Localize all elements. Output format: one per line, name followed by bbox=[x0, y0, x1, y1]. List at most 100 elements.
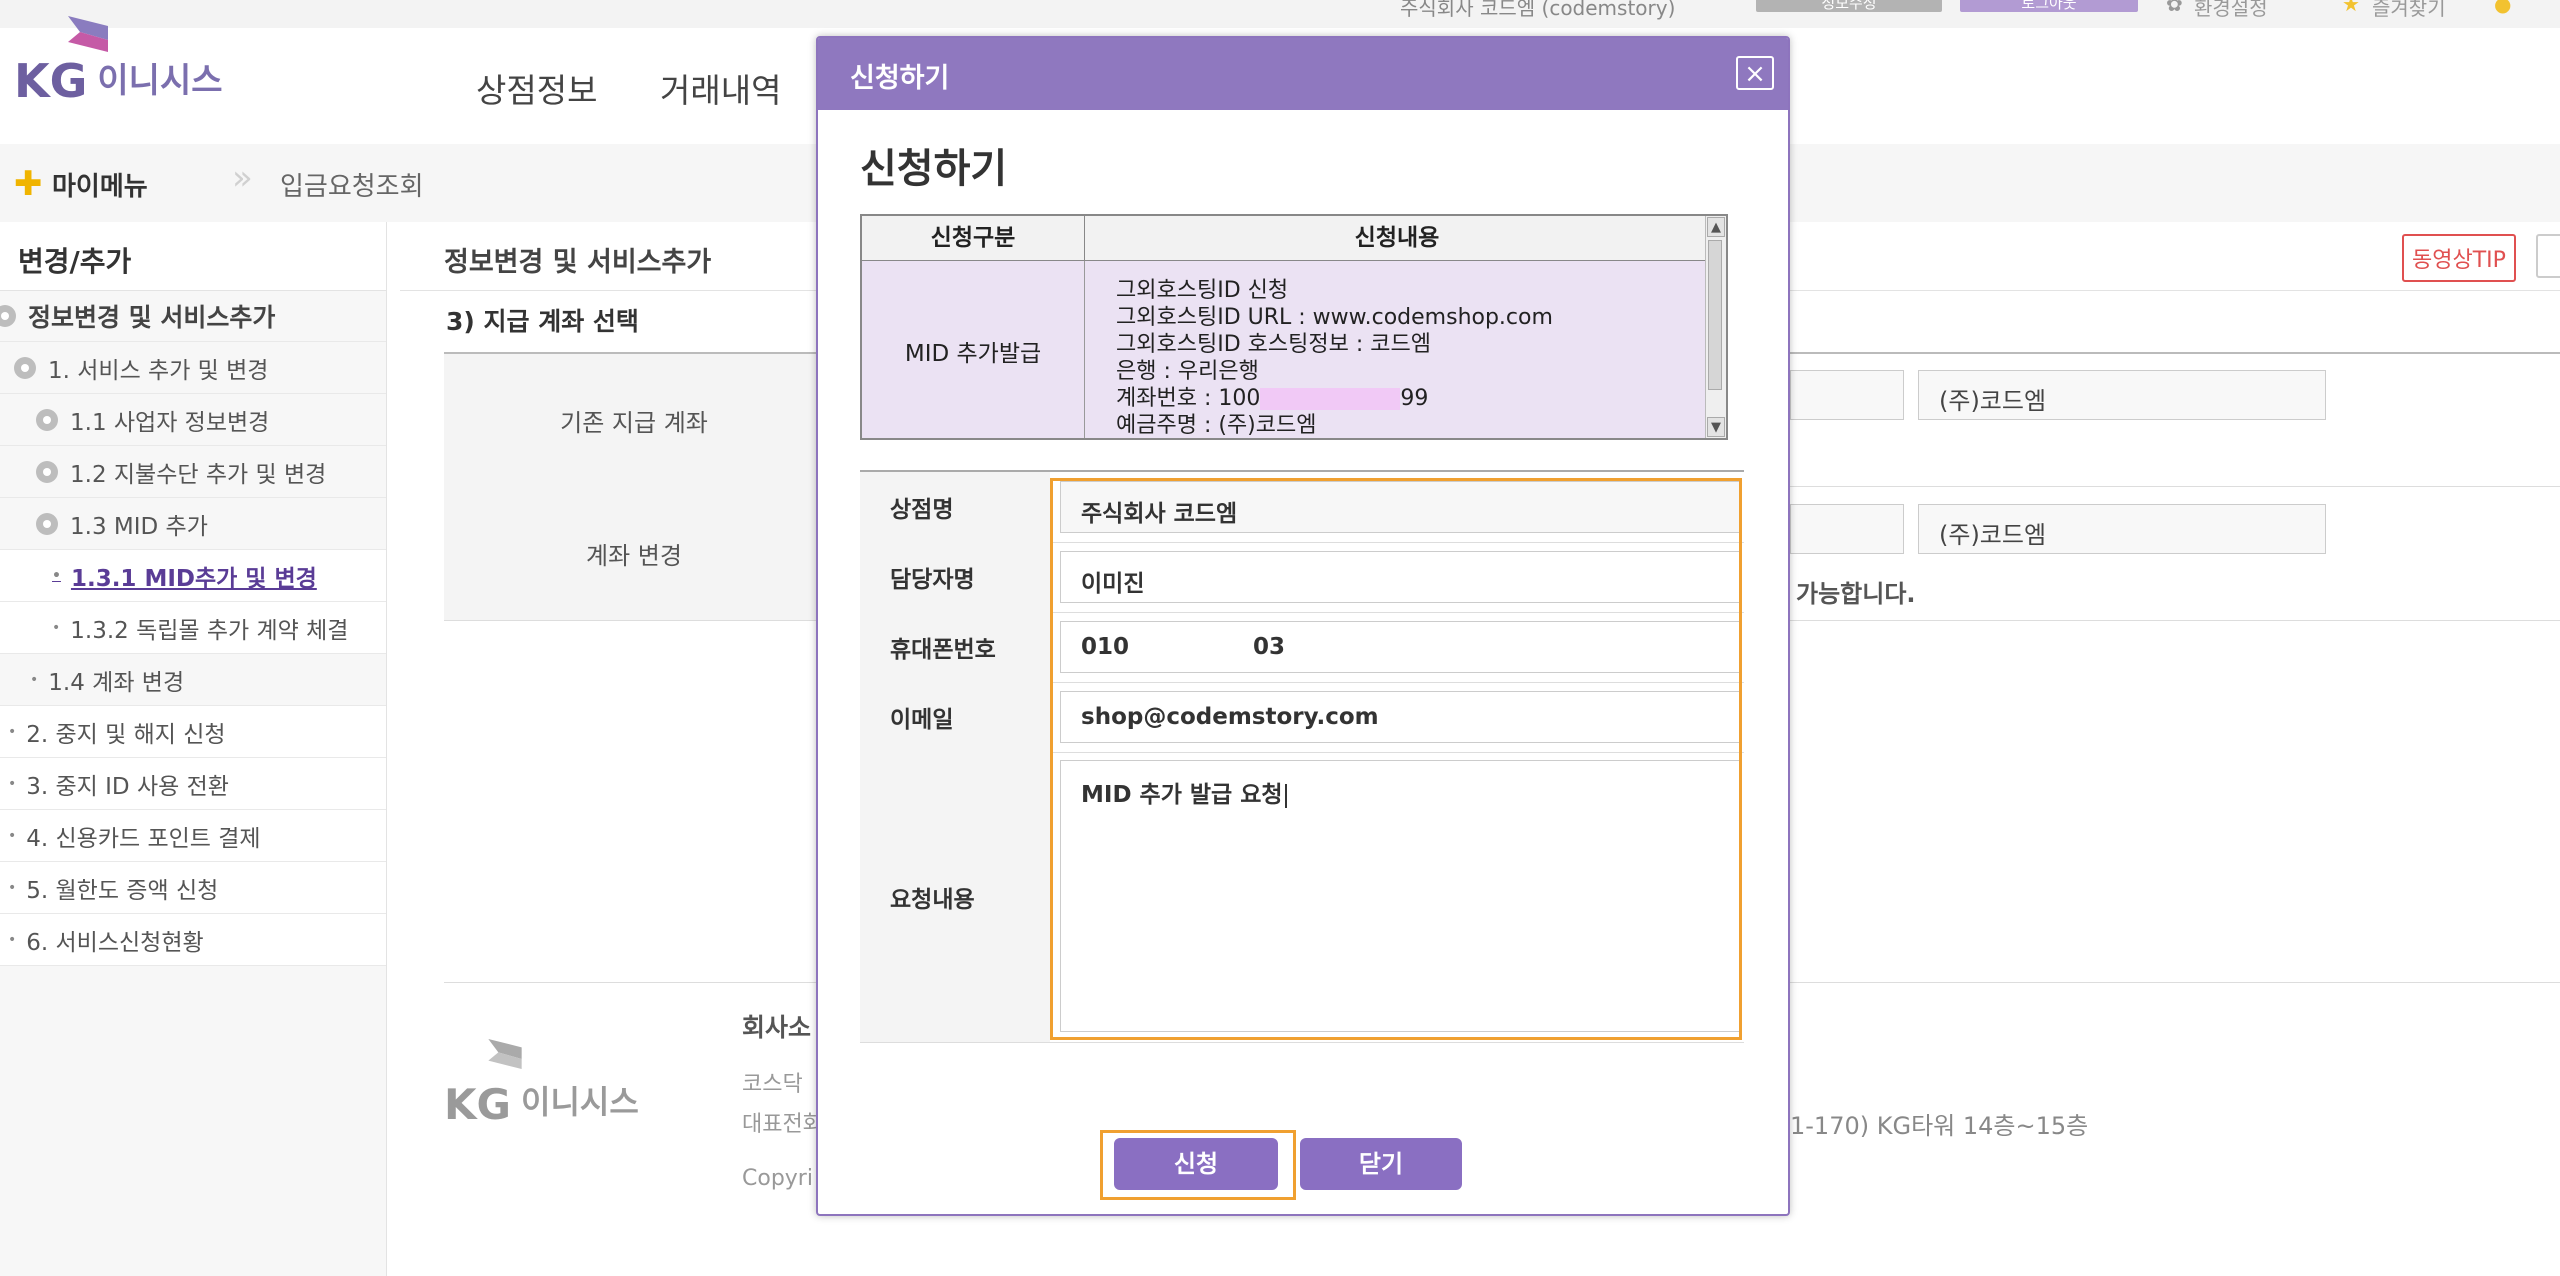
sidebar-title: 변경/추가 bbox=[0, 222, 386, 291]
modal-titlebar[interactable]: 신청하기 × bbox=[818, 38, 1788, 110]
apply-modal: 신청하기 × 신청하기 신청구분 신청내용 MID 추가발급 그외호스팅ID 신… bbox=[816, 36, 1790, 1216]
sidebar: 변경/추가 정보변경 및 서비스추가 1. 서비스 추가 및 변경 1.1 사업… bbox=[0, 222, 387, 1276]
logo-mark-icon bbox=[68, 16, 108, 52]
existing-account-label: 기존 지급 계좌 bbox=[444, 354, 824, 486]
sidebar-item-suspended-id[interactable]: • 3. 중지 ID 사용 전환 bbox=[0, 758, 386, 810]
user-name: 주식회사 코드엠 (codemstory) bbox=[1400, 0, 1676, 20]
scroll-thumb[interactable] bbox=[1708, 240, 1722, 390]
modal-bar-title: 신청하기 bbox=[850, 63, 950, 94]
bullet-icon: • bbox=[30, 671, 39, 688]
circle-toggle-icon bbox=[36, 460, 58, 483]
table-header: 신청구분 신청내용 bbox=[862, 216, 1710, 261]
extra-button[interactable] bbox=[2536, 234, 2560, 278]
new-account-field-partial[interactable] bbox=[1790, 504, 1904, 554]
request-type-cell: MID 추가발급 bbox=[862, 261, 1085, 438]
account-change-label: 계좌 변경 bbox=[444, 486, 824, 620]
footer-line-2: 대표전화 bbox=[742, 1112, 823, 1137]
request-textarea[interactable]: MID 추가 발급 요청 bbox=[1060, 760, 1740, 1032]
footer-logo: KG 이니시스 bbox=[444, 1039, 639, 1129]
circle-toggle-icon bbox=[36, 512, 58, 535]
store-name-row: 상점명 주식회사 코드엠 bbox=[860, 472, 1744, 543]
apply-form: 상점명 주식회사 코드엠 담당자명 이미진 휴대폰번호 010 03 이메일 sh… bbox=[860, 470, 1744, 1043]
nav-transactions[interactable]: 거래내역 bbox=[660, 64, 781, 112]
gear-icon[interactable]: ✿ bbox=[2166, 0, 2183, 16]
sidebar-item-payment-method[interactable]: 1.2 지불수단 추가 및 변경 bbox=[0, 446, 386, 498]
email-label: 이메일 bbox=[860, 682, 1050, 752]
manager-input[interactable]: 이미진 bbox=[1060, 551, 1740, 603]
scroll-up-icon[interactable]: ▲ bbox=[1707, 217, 1725, 237]
account-change-note: 가능합니다. bbox=[1796, 580, 1916, 608]
bullet-icon: • bbox=[52, 567, 61, 584]
sidebar-item-service-change[interactable]: 정보변경 및 서비스추가 bbox=[0, 290, 386, 342]
sidebar-item-card-point[interactable]: • 4. 신용카드 포인트 결제 bbox=[0, 810, 386, 862]
modal-heading: 신청하기 bbox=[860, 146, 1008, 192]
content-line: 그외호스팅ID 신청 bbox=[1116, 278, 1289, 303]
info-icon[interactable]: ● bbox=[2494, 0, 2511, 16]
new-holder-field[interactable]: (주)코드엠 bbox=[1918, 504, 2326, 554]
bullet-icon: • bbox=[8, 879, 17, 896]
page-title: 정보변경 및 서비스추가 bbox=[444, 247, 712, 278]
star-icon[interactable]: ★ bbox=[2342, 0, 2360, 16]
request-row: 요청내용 MID 추가 발급 요청 bbox=[860, 752, 1744, 1043]
edit-info-button[interactable]: 정보수정 bbox=[1756, 0, 1942, 12]
logout-button[interactable]: 로그아웃 bbox=[1960, 0, 2138, 12]
kg-inicis-logo[interactable]: KG 이니시스 bbox=[14, 14, 223, 108]
sidebar-item-mid-add-change[interactable]: • 1.3.1 MID추가 및 변경 bbox=[0, 550, 386, 602]
section-title: 3) 지급 계좌 선택 bbox=[446, 307, 639, 336]
content-line: 그외호스팅ID URL : www.codemshop.com bbox=[1116, 305, 1553, 330]
video-tip-button[interactable]: 동영상TIP bbox=[2402, 234, 2516, 282]
apply-button[interactable]: 신청 bbox=[1114, 1138, 1278, 1190]
favorites-link[interactable]: 즐겨찾기 bbox=[2372, 0, 2446, 21]
store-name-label: 상점명 bbox=[860, 472, 1050, 542]
bullet-icon: • bbox=[8, 931, 17, 948]
request-content-cell: 그외호스팅ID 신청 그외호스팅ID URL : www.codemshop.c… bbox=[1116, 277, 1553, 438]
content-line: 그외호스팅ID 호스팅정보 : 코드엠 bbox=[1116, 332, 1431, 357]
text-caret bbox=[1284, 783, 1287, 808]
content-line: 예금주명 : (주)코드엠 bbox=[1116, 413, 1317, 438]
footer-copyright: Copyri bbox=[742, 1166, 813, 1191]
breadcrumb-location[interactable]: 입금요청조회 bbox=[280, 166, 424, 203]
sidebar-item-suspend[interactable]: • 2. 중지 및 해지 신청 bbox=[0, 706, 386, 758]
sidebar-item-business-info[interactable]: 1.1 사업자 정보변경 bbox=[0, 394, 386, 446]
close-button[interactable]: 닫기 bbox=[1300, 1138, 1462, 1190]
email-row: 이메일 shop@codemstory.com bbox=[860, 682, 1744, 753]
table-row: MID 추가발급 그외호스팅ID 신청 그외호스팅ID URL : www.co… bbox=[862, 261, 1710, 438]
double-chevron-icon: » bbox=[232, 158, 253, 198]
footer-company-heading: 회사소 bbox=[742, 1013, 812, 1042]
scroll-down-icon[interactable]: ▼ bbox=[1707, 417, 1725, 437]
circle-toggle-icon bbox=[36, 408, 58, 431]
bullet-icon: • bbox=[8, 775, 17, 792]
nav-store-info[interactable]: 상점정보 bbox=[476, 64, 597, 112]
circle-toggle-icon bbox=[14, 356, 36, 379]
circle-toggle-icon bbox=[0, 304, 16, 327]
sidebar-item-account-change[interactable]: • 1.4 계좌 변경 bbox=[0, 654, 386, 706]
phone-input[interactable]: 010 03 bbox=[1060, 621, 1740, 673]
plus-icon[interactable]: ✚ bbox=[14, 164, 43, 204]
sidebar-item-service-status[interactable]: • 6. 서비스신청현황 bbox=[0, 914, 386, 966]
content-line-account: 계좌번호 : 100 99 bbox=[1116, 386, 1429, 411]
settings-link[interactable]: 환경설정 bbox=[2194, 0, 2268, 21]
request-label: 요청내용 bbox=[860, 752, 1050, 1042]
bullet-icon: • bbox=[52, 619, 61, 636]
phone-row: 휴대폰번호 010 03 bbox=[860, 612, 1744, 683]
content-line: 은행 : 우리은행 bbox=[1116, 359, 1259, 384]
email-input[interactable]: shop@codemstory.com bbox=[1060, 691, 1740, 743]
request-summary-table: 신청구분 신청내용 MID 추가발급 그외호스팅ID 신청 그외호스팅ID UR… bbox=[860, 214, 1728, 440]
existing-holder-field[interactable]: (주)코드엠 bbox=[1918, 370, 2326, 420]
store-name-field[interactable]: 주식회사 코드엠 bbox=[1060, 481, 1740, 533]
table-scrollbar[interactable]: ▲ ▼ bbox=[1705, 216, 1726, 438]
footer-line-1: 코스닥 bbox=[742, 1072, 803, 1097]
account-field-partial[interactable] bbox=[1790, 370, 1904, 420]
sidebar-item-mid-add[interactable]: 1.3 MID 추가 bbox=[0, 498, 386, 550]
sidebar-item-independent-mall[interactable]: • 1.3.2 독립몰 추가 계약 체결 bbox=[0, 602, 386, 654]
manager-row: 담당자명 이미진 bbox=[860, 542, 1744, 613]
footer-logo-mark-icon bbox=[488, 1039, 522, 1069]
bullet-icon: • bbox=[8, 827, 17, 844]
close-icon[interactable]: × bbox=[1736, 56, 1774, 90]
top-utility-bar: 주식회사 코드엠 (codemstory) 정보수정 로그아웃 ✿ 환경설정 ★… bbox=[0, 0, 2560, 28]
manager-label: 담당자명 bbox=[860, 542, 1050, 612]
my-menu-link[interactable]: 마이메뉴 bbox=[52, 166, 148, 203]
bullet-icon: • bbox=[8, 723, 17, 740]
sidebar-item-monthly-limit[interactable]: • 5. 월한도 증액 신청 bbox=[0, 862, 386, 914]
sidebar-item-service-add[interactable]: 1. 서비스 추가 및 변경 bbox=[0, 342, 386, 394]
